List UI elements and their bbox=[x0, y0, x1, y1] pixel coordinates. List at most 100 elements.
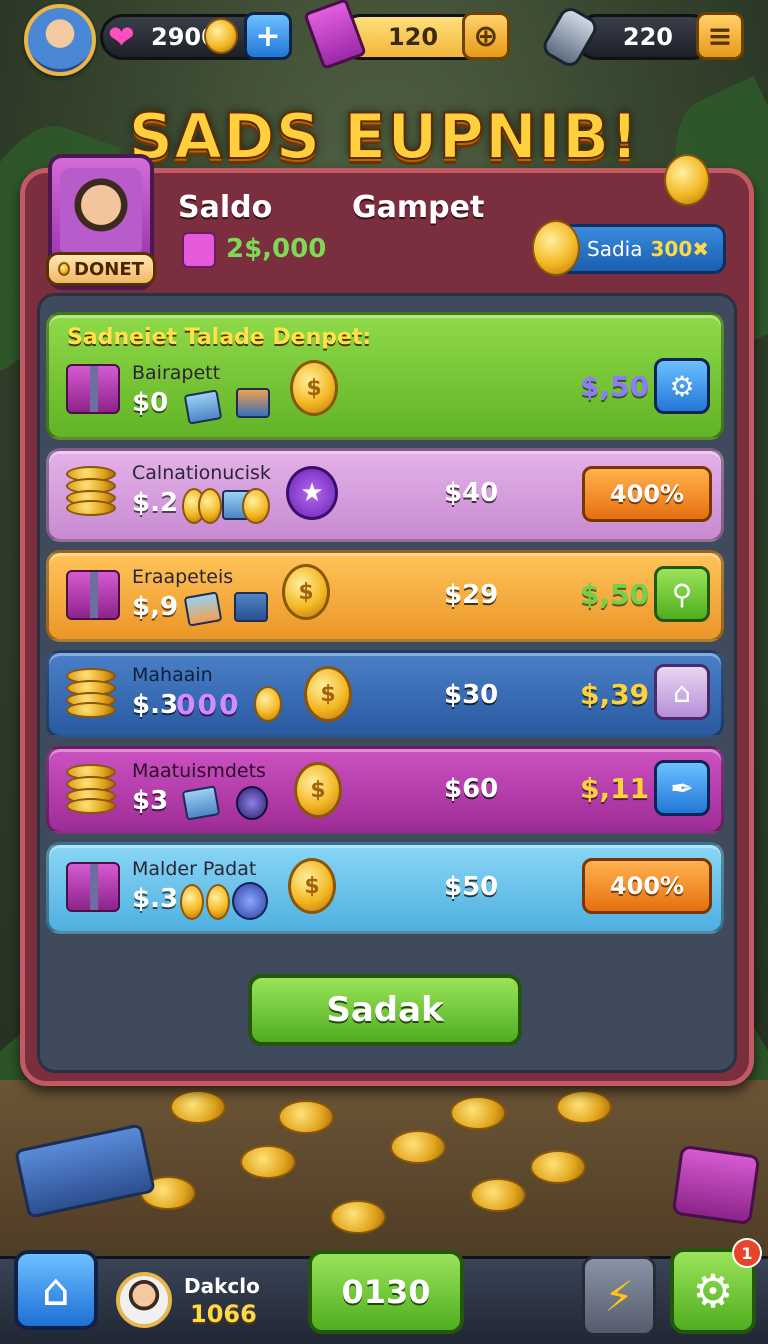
offer-name: Eraapeteis bbox=[132, 566, 234, 588]
user-name: Dakclo bbox=[184, 1274, 260, 1298]
card-icon bbox=[234, 592, 268, 622]
offer-name: Bairapett bbox=[132, 362, 221, 384]
offer-cost: $.2 bbox=[132, 488, 179, 518]
user-score: 1066 bbox=[190, 1300, 257, 1328]
offer-button-label: 400% bbox=[609, 872, 685, 900]
card-icon bbox=[181, 785, 221, 821]
saldo-label: Saldo bbox=[178, 190, 273, 225]
offer-reward: $,50 bbox=[580, 370, 650, 403]
ground-coin bbox=[556, 1090, 612, 1124]
offer-price: $50 bbox=[444, 872, 499, 902]
menu-icon: ≡ bbox=[707, 18, 733, 54]
coin-stack-icon bbox=[66, 466, 116, 516]
house-icon: ⌂ bbox=[673, 675, 691, 709]
ground-coin bbox=[470, 1178, 526, 1212]
profile-tag: DONET bbox=[46, 252, 156, 286]
ground-coin bbox=[390, 1130, 446, 1164]
offer-name: Calnationucisk bbox=[132, 462, 271, 484]
offer-reward: $,11 bbox=[580, 772, 650, 805]
offer-cost: $.3 bbox=[132, 690, 179, 720]
center-action-button[interactable]: 0130 bbox=[308, 1250, 464, 1334]
offer-price: $29 bbox=[444, 580, 499, 610]
tickets-value: 120 bbox=[387, 23, 439, 51]
offer-buy-button[interactable]: 400% bbox=[582, 858, 712, 914]
offer-home-button[interactable]: ⌂ bbox=[654, 664, 710, 720]
tickets-button[interactable]: ⊕ bbox=[462, 12, 510, 60]
offer-settings-button[interactable]: ⚙ bbox=[654, 358, 710, 414]
offer-search-button[interactable]: ⚲ bbox=[654, 566, 710, 622]
token-row: 000 bbox=[176, 688, 241, 721]
offer-cost: $3 bbox=[132, 786, 169, 816]
profile-portrait bbox=[60, 168, 142, 256]
ground-coin bbox=[170, 1090, 226, 1124]
home-button[interactable]: ⌂ bbox=[14, 1250, 98, 1330]
lightning-icon: ⚡ bbox=[604, 1271, 634, 1321]
offer-price: $30 bbox=[444, 680, 499, 710]
blue-coin-icon bbox=[232, 882, 268, 920]
card-icon bbox=[183, 389, 223, 425]
energy-value: 220 bbox=[622, 23, 673, 51]
coin-icon bbox=[198, 488, 222, 524]
card-icon bbox=[236, 388, 270, 418]
balance-value: 2$,000 bbox=[226, 234, 327, 264]
ground-coin bbox=[240, 1145, 296, 1179]
magnifier-icon: ⚲ bbox=[671, 577, 693, 611]
ground-coin bbox=[450, 1096, 506, 1130]
offer-reward: $,50 bbox=[580, 578, 650, 611]
ground-coin bbox=[278, 1100, 334, 1134]
coin-stack-icon bbox=[66, 764, 116, 814]
offers-heading: Sadneiet Talade Denpet: bbox=[67, 325, 372, 350]
boost-button[interactable]: ⚡ bbox=[582, 1256, 656, 1336]
ground-coin bbox=[530, 1150, 586, 1184]
offer-name: Malder Padat bbox=[132, 858, 257, 880]
pen-icon: ✒ bbox=[670, 771, 694, 805]
coin-icon bbox=[254, 686, 282, 722]
ground-coin bbox=[330, 1200, 386, 1234]
menu-button[interactable]: ≡ bbox=[696, 12, 744, 60]
top-bar: 2900 ❤ + 120 ⊕ 220 ≡ bbox=[0, 0, 768, 80]
offer-cost: $.3 bbox=[132, 884, 179, 914]
card-icon bbox=[183, 591, 223, 627]
user-avatar[interactable] bbox=[116, 1272, 172, 1328]
offer-name: Mahaain bbox=[132, 664, 213, 686]
offer-buy-button[interactable]: 400% bbox=[582, 466, 712, 522]
notification-badge: 1 bbox=[732, 1238, 762, 1268]
star-token-icon: ★ bbox=[286, 466, 338, 520]
coin-stack-icon bbox=[66, 668, 116, 718]
gem-orb-icon bbox=[236, 786, 268, 820]
tag-coin-icon bbox=[58, 262, 71, 276]
sadia-amount: 300✖ bbox=[650, 237, 709, 261]
gear-icon: ⚙ bbox=[692, 1264, 734, 1318]
offer-name: Maatuismdets bbox=[132, 760, 266, 782]
coin-with-leaf-icon: $ bbox=[282, 564, 330, 620]
offer-button-label: 400% bbox=[609, 480, 685, 508]
coin-icon bbox=[180, 884, 204, 920]
add-gems-button[interactable]: + bbox=[244, 12, 292, 60]
sadia-label: Sadia bbox=[587, 237, 643, 261]
player-avatar[interactable] bbox=[24, 4, 96, 76]
gift-box-icon bbox=[66, 570, 120, 620]
offer-price: $60 bbox=[444, 774, 499, 804]
coin-icon bbox=[206, 884, 230, 920]
heart-gem-icon: ❤ bbox=[108, 18, 135, 56]
offer-cost: $,9 bbox=[132, 592, 179, 622]
coin-icon: $ bbox=[304, 666, 352, 722]
coin-icon: $ bbox=[294, 762, 342, 818]
gift-icon bbox=[182, 232, 216, 268]
coin-icon bbox=[242, 488, 270, 524]
offer-cost: $0 bbox=[132, 388, 169, 418]
panel-corner-coin-icon bbox=[664, 154, 710, 206]
coin-icon bbox=[204, 18, 238, 54]
plus-icon: + bbox=[255, 18, 281, 54]
offer-edit-button[interactable]: ✒ bbox=[654, 760, 710, 816]
gift-box-icon bbox=[66, 364, 120, 414]
sadak-button[interactable]: Sadak bbox=[248, 974, 522, 1046]
ticket-action-icon: ⊕ bbox=[473, 18, 499, 54]
gear-icon: ⚙ bbox=[669, 369, 695, 403]
sadia-coin-icon bbox=[532, 220, 580, 276]
coin-icon: $ bbox=[288, 858, 336, 914]
coin-icon: $ bbox=[290, 360, 338, 416]
offer-reward: $,39 bbox=[580, 678, 650, 711]
gampet-label: Gampet bbox=[352, 190, 485, 225]
profile-tag-label: DONET bbox=[74, 258, 144, 280]
